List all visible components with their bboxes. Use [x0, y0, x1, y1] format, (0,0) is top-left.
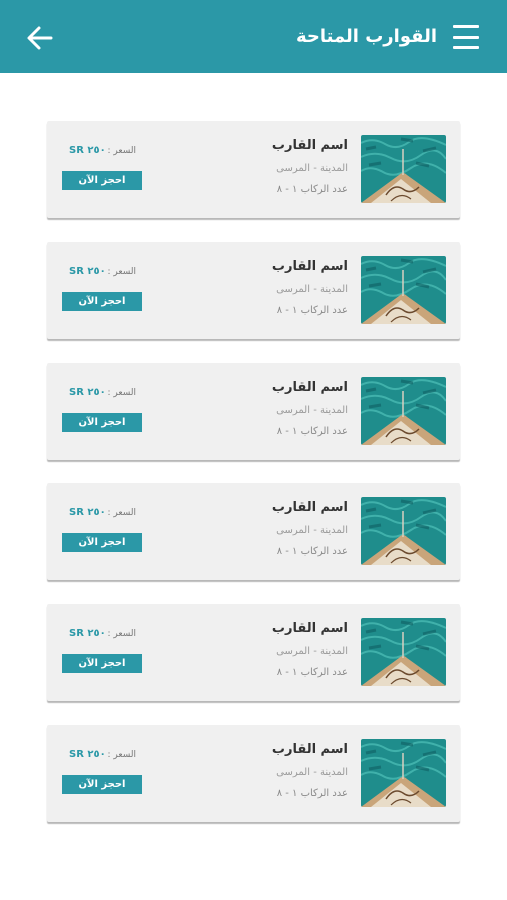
boat-location: المدينة - المرسى — [276, 163, 348, 174]
boat-list: اسم القارب المدينة - المرسى عدد الركاب ١… — [47, 121, 460, 846]
boat-location: المدينة - المرسى — [276, 766, 348, 778]
boat-photo — [361, 738, 446, 807]
boat-photo — [361, 376, 446, 445]
boat-capacity: عدد الركاب ١ - ٨ — [276, 304, 348, 316]
boat-photo — [361, 497, 446, 566]
boat-photo — [361, 618, 446, 687]
price-label: السعر : — [107, 508, 136, 519]
boat-name: اسم القارب — [271, 500, 348, 516]
price-value: SR ٢٥٠ — [69, 507, 106, 519]
boat-capacity: عدد الركاب ١ - ٨ — [276, 546, 348, 558]
price-label: السعر : — [107, 629, 136, 640]
boat-name: اسم القارب — [271, 621, 348, 637]
price-value: SR ٢٥٠ — [69, 748, 106, 760]
app-bar: القوارب المتاحة — [0, 0, 507, 73]
boat-card[interactable]: اسم القارب المدينة - المرسى عدد الركاب ١… — [47, 362, 460, 460]
boat-capacity: عدد الركاب ١ - ٨ — [276, 787, 348, 799]
boat-card[interactable]: اسم القارب المدينة - المرسى عدد الركاب ١… — [47, 121, 460, 218]
price-value: SR ٢٥٠ — [69, 386, 106, 398]
price-value: SR ٢٥٠ — [69, 145, 106, 156]
book-now-button[interactable]: احجز الآن — [62, 533, 142, 553]
boat-card[interactable]: اسم القارب المدينة - المرسى عدد الركاب ١… — [47, 241, 460, 339]
book-now-button[interactable]: احجز الآن — [62, 291, 142, 311]
price-label: السعر : — [107, 146, 136, 156]
boat-name: اسم القارب — [271, 741, 348, 757]
boat-location: المدينة - المرسى — [276, 525, 348, 537]
boat-capacity: عدد الركاب ١ - ٨ — [276, 184, 348, 195]
book-now-button[interactable]: احجز الآن — [62, 774, 142, 794]
price-value: SR ٢٥٠ — [69, 265, 106, 277]
arrow-left-icon — [27, 26, 53, 50]
price-value: SR ٢٥٠ — [69, 628, 106, 640]
boat-location: المدينة - المرسى — [276, 646, 348, 658]
price-label: السعر : — [107, 749, 136, 760]
price-label: السعر : — [107, 266, 136, 277]
book-now-button[interactable]: احجز الآن — [62, 412, 142, 432]
boat-photo — [361, 255, 446, 324]
boat-location: المدينة - المرسى — [276, 404, 348, 416]
boat-card[interactable]: اسم القارب المدينة - المرسى عدد الركاب ١… — [47, 724, 460, 822]
boat-capacity: عدد الركاب ١ - ٨ — [276, 425, 348, 437]
boat-name: اسم القارب — [271, 379, 348, 395]
page-title: القوارب المتاحة — [295, 26, 437, 47]
boat-capacity: عدد الركاب ١ - ٨ — [276, 667, 348, 679]
book-now-button[interactable]: احجز الآن — [62, 171, 142, 190]
boat-card[interactable]: اسم القارب المدينة - المرسى عدد الركاب ١… — [47, 483, 460, 581]
boat-name: اسم القارب — [271, 258, 348, 274]
hamburger-menu-icon[interactable] — [453, 25, 481, 49]
back-button[interactable] — [24, 22, 56, 54]
boat-photo — [361, 135, 446, 203]
boat-name: اسم القارب — [271, 138, 348, 153]
book-now-button[interactable]: احجز الآن — [62, 654, 142, 674]
price-label: السعر : — [107, 387, 136, 398]
boat-location: المدينة - المرسى — [276, 283, 348, 295]
boat-card[interactable]: اسم القارب المدينة - المرسى عدد الركاب ١… — [47, 604, 460, 702]
